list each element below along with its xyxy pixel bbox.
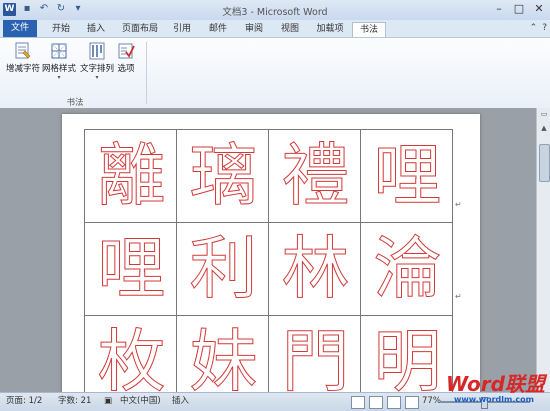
options-label: 选项	[117, 64, 135, 74]
minimize-ribbon-icon[interactable]: ⌃	[530, 23, 538, 33]
grid-cell[interactable]: 哩	[360, 129, 453, 223]
watermark-url: www.wordlm.com	[454, 395, 534, 404]
ribbon: 增减字符 网格样式 ▾ 文字排列 ▾ 选项 书法	[0, 37, 550, 109]
options-icon	[118, 43, 135, 59]
tab-file[interactable]: 文件	[3, 20, 37, 37]
grid-cell[interactable]: 利	[176, 222, 269, 316]
ribbon-tabs: 文件 开始 插入 页面布局 引用 邮件 审阅 视图 加载项 书法 ⌃ ?	[0, 20, 550, 38]
insert-mode[interactable]: 插入	[172, 393, 189, 410]
calligraphy-group-label: 书法	[66, 98, 84, 108]
grid-character: 妹	[189, 323, 258, 393]
tab-calligraphy[interactable]: 书法	[352, 22, 386, 38]
grid-cell[interactable]: 離	[84, 129, 177, 223]
title-bar: W ▪ ↶ ↻ ▾ 文档3 - Microsoft Word – □ ✕	[0, 0, 550, 21]
grid-cell[interactable]: 璃	[176, 129, 269, 223]
grid-cell[interactable]: 門	[268, 315, 361, 392]
close-button[interactable]: ✕	[532, 2, 546, 16]
scroll-thumb[interactable]	[539, 144, 550, 182]
grid-cell[interactable]: 淪	[360, 222, 453, 316]
options-button[interactable]: 选项	[110, 42, 142, 94]
grid-style-label: 网格样式	[41, 64, 76, 74]
window-title: 文档3 - Microsoft Word	[222, 7, 328, 18]
add-remove-chars-button[interactable]: 增减字符	[4, 42, 42, 94]
tab-page-layout[interactable]: 页面布局	[118, 22, 162, 37]
help-icon[interactable]: ?	[542, 23, 547, 33]
grid-cell[interactable]: 禮	[268, 129, 361, 223]
grid-style-dropdown-icon[interactable]: ▾	[40, 74, 78, 82]
grid-cell[interactable]: 林	[268, 222, 361, 316]
grid-character: 璃	[189, 137, 258, 217]
tab-mailings[interactable]: 邮件	[204, 22, 232, 37]
grid-style-icon	[51, 43, 67, 59]
grid-character: 枚	[97, 323, 166, 393]
grid-character: 哩	[97, 230, 166, 310]
grid-style-button[interactable]: 网格样式 ▾	[40, 42, 78, 94]
add-remove-chars-label: 增减字符	[5, 64, 40, 74]
tab-review[interactable]: 审阅	[240, 22, 268, 37]
full-screen-view-icon[interactable]	[369, 396, 383, 409]
grid-cell[interactable]: 哩	[84, 222, 177, 316]
vertical-scrollbar[interactable]: ▭ ▲	[536, 108, 550, 392]
text-arrange-icon	[89, 42, 105, 60]
paragraph-mark-icon: ↵	[455, 292, 462, 301]
word-count[interactable]: 字数: 21	[58, 393, 91, 410]
language-indicator[interactable]: 中文(中国)	[120, 393, 161, 410]
add-remove-chars-icon	[15, 42, 31, 59]
grid-cell[interactable]: 枚	[84, 315, 177, 392]
watermark-brand: Word联盟	[446, 372, 545, 396]
grid-character: 禮	[281, 137, 350, 217]
window-controls: – □ ✕	[492, 2, 546, 16]
watermark: Word联盟 www.wordlm.com	[408, 366, 550, 410]
grid-character: 淪	[373, 230, 442, 310]
scroll-up-icon[interactable]: ▲	[539, 124, 549, 134]
maximize-button[interactable]: □	[512, 2, 526, 16]
page-count[interactable]: 页面: 1/2	[6, 393, 42, 410]
grid-character: 門	[281, 323, 350, 393]
tab-view[interactable]: 视图	[276, 22, 304, 37]
group-separator	[146, 42, 147, 104]
grid-cell[interactable]: 妹	[176, 315, 269, 392]
grid-character: 林	[281, 230, 350, 310]
ruler-toggle-icon[interactable]: ▭	[539, 110, 549, 120]
tab-home[interactable]: 开始	[45, 22, 77, 37]
document-workspace: 離 璃 禮 哩 哩 利 林 淪 枚 妹 門 明 ↵ ↵	[0, 108, 536, 392]
print-layout-view-icon[interactable]	[351, 396, 365, 409]
grid-character: 利	[189, 230, 258, 310]
tab-references[interactable]: 引用	[168, 22, 196, 37]
minimize-button[interactable]: –	[492, 2, 506, 16]
tab-addins[interactable]: 加载项	[312, 22, 348, 37]
grid-character: 哩	[373, 137, 442, 217]
document-page[interactable]: 離 璃 禮 哩 哩 利 林 淪 枚 妹 門 明 ↵ ↵	[62, 114, 480, 392]
web-layout-view-icon[interactable]	[387, 396, 401, 409]
grid-character: 離	[97, 137, 166, 217]
proofing-icon[interactable]: ▣	[104, 393, 112, 410]
ribbon-tools: ⌃ ?	[530, 23, 547, 33]
tab-insert[interactable]: 插入	[82, 22, 110, 37]
paragraph-mark-icon: ↵	[455, 200, 462, 209]
